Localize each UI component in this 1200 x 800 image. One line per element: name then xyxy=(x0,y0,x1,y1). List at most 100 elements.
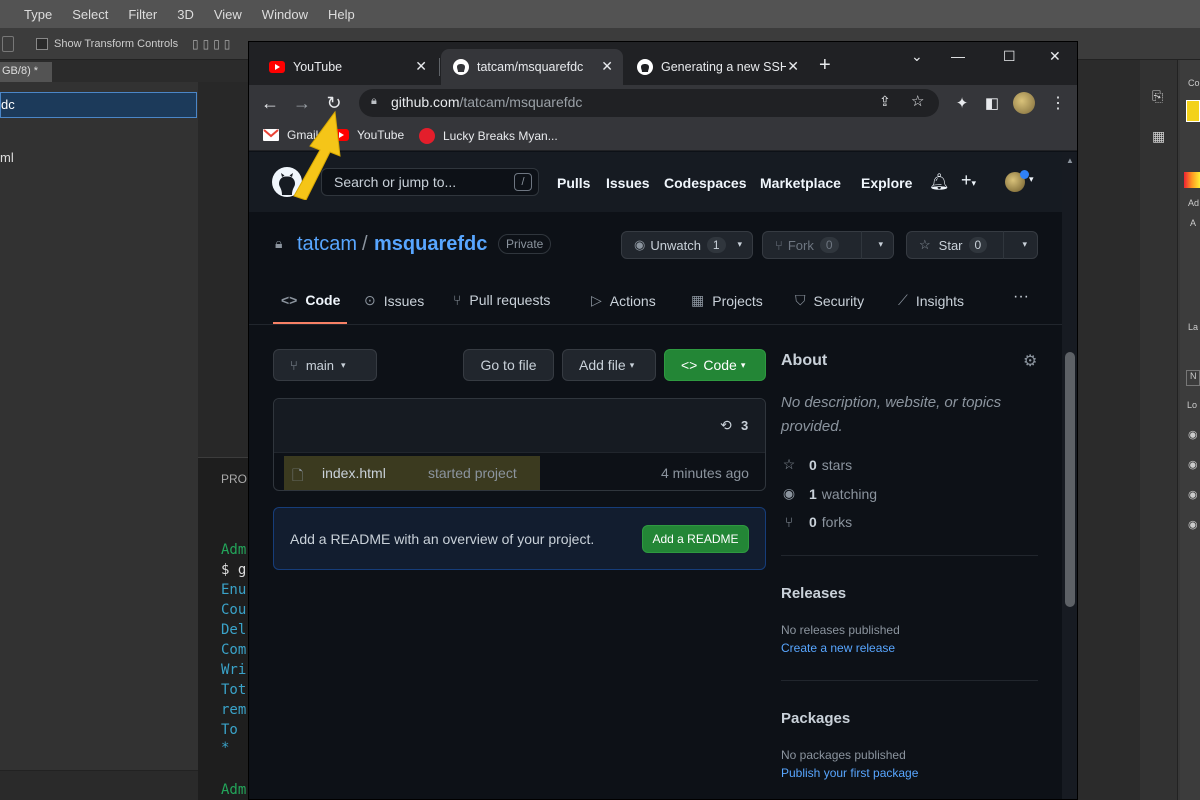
tab-security[interactable]: ⛉ Security xyxy=(795,292,864,309)
history-icon[interactable]: ⟲ xyxy=(720,417,732,434)
go-to-file-button[interactable]: Go to file xyxy=(463,349,554,381)
code-button[interactable]: <> Code ▾ xyxy=(664,349,766,381)
branch-selector[interactable]: ⑂ main ▾ xyxy=(273,349,377,381)
chevron-down-icon: ▾ xyxy=(629,359,635,370)
repo-owner-link[interactable]: tatcam xyxy=(297,233,357,256)
terminal-line: Wri xyxy=(221,662,247,678)
repo-name-link[interactable]: msquarefdc xyxy=(374,233,487,256)
commit-count[interactable]: 3 xyxy=(741,418,748,433)
tab-search-icon[interactable]: ⌄ xyxy=(911,48,923,65)
chevron-down-icon: ▾ xyxy=(737,239,742,249)
menu-filter[interactable]: Filter xyxy=(128,7,157,22)
bookmarks-bar: Gmail YouTube Lucky Breaks Myan... xyxy=(249,121,1077,151)
watching-stat[interactable]: ◉ 1 watching xyxy=(781,485,877,502)
tab-actions[interactable]: ▷ Actions xyxy=(591,292,656,309)
more-tabs-button[interactable]: ··· xyxy=(1013,288,1029,306)
close-icon[interactable]: ✕ xyxy=(415,58,427,75)
bookmark-coca-cola[interactable]: Lucky Breaks Myan... xyxy=(419,128,558,144)
document-tab[interactable]: GB/8) * xyxy=(0,62,52,82)
readme-prompt: Add a README with an overview of your pr… xyxy=(273,507,766,570)
properties-icon[interactable]: ▦ xyxy=(1152,128,1165,145)
create-new-icon[interactable]: +▾ xyxy=(961,170,976,191)
commit-message[interactable]: started project xyxy=(428,465,517,481)
packages-heading[interactable]: Packages xyxy=(781,710,850,727)
scroll-up-icon[interactable]: ▲ xyxy=(1066,156,1074,165)
maximize-button[interactable]: ☐ xyxy=(1003,48,1016,65)
publish-package-link[interactable]: Publish your first package xyxy=(781,766,918,780)
file-name[interactable]: index.html xyxy=(322,465,386,481)
panel-label[interactable]: N xyxy=(1186,370,1200,386)
eye-icon[interactable]: ◉ xyxy=(1188,518,1198,531)
menu-select[interactable]: Select xyxy=(72,7,108,22)
star-icon: ☆ xyxy=(782,456,796,472)
chevron-down-icon[interactable]: ▾ xyxy=(1029,174,1034,185)
scrollbar-thumb[interactable] xyxy=(1065,352,1075,607)
tab-issues[interactable]: ⊙ Issues xyxy=(364,292,424,309)
align-icons[interactable]: ▯▯▯▯ xyxy=(192,37,234,51)
tab-pull-requests[interactable]: ⑂ Pull requests xyxy=(453,292,550,308)
about-heading: About xyxy=(781,352,828,369)
left-panel-item[interactable]: ml xyxy=(0,150,14,165)
eye-icon[interactable]: ◉ xyxy=(1188,458,1198,471)
add-file-button[interactable]: Add file ▾ xyxy=(562,349,656,381)
history-icon[interactable]: ⎘ xyxy=(1152,88,1163,105)
nav-codespaces[interactable]: Codespaces xyxy=(664,175,746,191)
tab-youtube[interactable]: YouTube ✕ xyxy=(257,49,437,85)
nav-marketplace[interactable]: Marketplace xyxy=(760,175,841,191)
file-icon: 🗋︎ xyxy=(292,467,304,483)
graph-icon: ⟋ xyxy=(898,292,908,308)
fork-button[interactable]: ⑂ Fork 0 ▾ xyxy=(762,231,894,259)
menu-kebab-icon[interactable]: ⋮ xyxy=(1045,90,1071,116)
menu-help[interactable]: Help xyxy=(328,7,355,22)
stepper-control[interactable] xyxy=(2,36,14,52)
menu-window[interactable]: Window xyxy=(262,7,308,22)
lock-icon: 🔒︎ xyxy=(371,95,377,107)
extensions-icon[interactable]: ✦ xyxy=(949,90,975,116)
tab-insights[interactable]: ⟋ Insights xyxy=(898,292,964,309)
notification-bell-icon[interactable]: 🔔︎ xyxy=(929,172,949,192)
tab-label: Issues xyxy=(383,292,425,309)
side-panel-icon[interactable]: ◧ xyxy=(979,90,1005,116)
transform-checkbox[interactable] xyxy=(36,38,48,50)
terminal-problems-tab[interactable]: PRO xyxy=(221,472,247,486)
tab-projects[interactable]: ▦ Projects xyxy=(691,292,763,309)
gradient-swatch[interactable] xyxy=(1184,172,1200,188)
eye-icon[interactable]: ◉ xyxy=(1188,488,1198,501)
nav-issues[interactable]: Issues xyxy=(606,175,650,191)
add-readme-button[interactable]: Add a README xyxy=(642,525,749,553)
menu-3d[interactable]: 3D xyxy=(177,7,194,22)
share-icon[interactable]: ⇪ xyxy=(879,93,891,110)
left-panel-selected-item[interactable]: dc xyxy=(0,92,197,118)
menu-type[interactable]: Type xyxy=(24,7,52,22)
new-tab-button[interactable]: + xyxy=(819,54,831,77)
window-close-button[interactable]: ✕ xyxy=(1049,48,1061,65)
menu-view[interactable]: View xyxy=(214,7,242,22)
terminal-line: Adm xyxy=(221,542,247,558)
star-button[interactable]: ☆ Star 0 ▾ xyxy=(906,231,1038,259)
tab-ssh-docs[interactable]: Generating a new SSH ✕ xyxy=(625,49,809,85)
page-scrollbar[interactable]: ▲ xyxy=(1062,152,1077,799)
address-bar[interactable]: 🔒︎ github.com/tatcam/msquarefdc ⇪ ☆ xyxy=(359,89,939,117)
nav-pulls[interactable]: Pulls xyxy=(557,175,590,191)
tab-label: Security xyxy=(813,292,865,309)
create-release-link[interactable]: Create a new release xyxy=(781,641,895,655)
about-description: No description, website, or topics provi… xyxy=(781,394,1002,435)
stars-stat[interactable]: ☆ 0 stars xyxy=(781,456,852,473)
tab-code[interactable]: <> Code xyxy=(281,292,340,308)
watching-count: 1 xyxy=(809,485,817,502)
eye-icon[interactable]: ◉ xyxy=(1188,428,1198,441)
unwatch-button[interactable]: ◉ Unwatch 1 ▾ xyxy=(621,231,753,259)
close-icon[interactable]: ✕ xyxy=(787,58,799,75)
close-icon[interactable]: ✕ xyxy=(601,58,613,75)
forks-stat[interactable]: ⑂ 0 forks xyxy=(781,514,852,530)
chevron-down-icon: ▾ xyxy=(341,359,346,370)
gear-icon[interactable]: ⚙ xyxy=(1023,351,1037,371)
nav-explore[interactable]: Explore xyxy=(861,175,912,191)
table-row[interactable]: 🗋︎ index.html started project xyxy=(284,456,540,490)
profile-avatar[interactable] xyxy=(1013,92,1035,114)
releases-heading[interactable]: Releases xyxy=(781,585,846,602)
bookmark-star-icon[interactable]: ☆ xyxy=(911,92,924,110)
minimize-button[interactable]: — xyxy=(951,48,965,64)
tab-github-repo[interactable]: tatcam/msquarefdc ✕ xyxy=(441,49,623,85)
foreground-color-swatch[interactable] xyxy=(1186,100,1200,122)
